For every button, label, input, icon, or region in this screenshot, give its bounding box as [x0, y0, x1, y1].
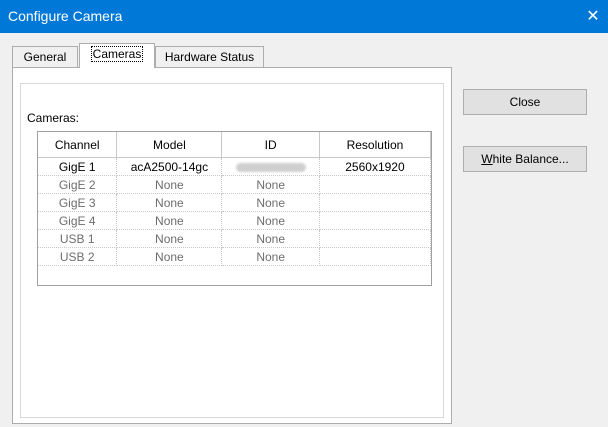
title-bar: Configure Camera ✕ [0, 0, 608, 33]
cameras-grid[interactable]: Channel Model ID Resolution GigE 1 acA250… [37, 131, 432, 286]
cell-id: None [221, 247, 320, 266]
tab-hardware-status[interactable]: Hardware Status [155, 46, 264, 68]
cell-resolution [319, 229, 432, 248]
column-header-model[interactable]: Model [116, 132, 223, 158]
cell-channel: GigE 1 [38, 157, 118, 176]
cell-channel: GigE 2 [38, 175, 118, 194]
tab-cameras-label: Cameras [90, 46, 144, 62]
white-balance-accel: W [481, 152, 493, 166]
cameras-label: Cameras: [27, 111, 80, 125]
table-row[interactable]: USB 2 None None [38, 247, 432, 266]
redacted-id [235, 162, 306, 172]
column-header-channel[interactable]: Channel [38, 132, 118, 158]
table-row[interactable]: GigE 4 None None [38, 211, 432, 230]
cell-id: None [221, 211, 320, 230]
window-title: Configure Camera [8, 8, 123, 24]
cell-resolution [319, 175, 432, 194]
column-header-resolution[interactable]: Resolution [319, 132, 432, 158]
table-row[interactable]: USB 1 None None [38, 229, 432, 248]
cell-resolution [319, 211, 432, 230]
cell-id [221, 157, 320, 176]
cell-model: acA2500-14gc [116, 157, 223, 176]
cell-model: None [116, 247, 223, 266]
white-balance-button-label: hite Balance... [492, 152, 569, 166]
tab-cameras[interactable]: Cameras [79, 43, 155, 68]
close-icon[interactable]: ✕ [578, 0, 608, 33]
table-row[interactable]: GigE 3 None None [38, 193, 432, 212]
cell-resolution: 2560x1920 [319, 157, 432, 176]
cell-model: None [116, 175, 223, 194]
tab-hardware-status-label: Hardware Status [164, 50, 255, 64]
cell-channel: GigE 3 [38, 193, 118, 212]
cell-id: None [221, 175, 320, 194]
tab-general[interactable]: General [12, 46, 78, 68]
cell-model: None [116, 193, 223, 212]
cell-channel: USB 2 [38, 247, 118, 266]
table-row[interactable]: GigE 1 acA2500-14gc 2560x1920 [38, 157, 432, 176]
close-button[interactable]: Close [463, 89, 587, 115]
table-row[interactable]: GigE 2 None None [38, 175, 432, 194]
cell-channel: GigE 4 [38, 211, 118, 230]
cell-id: None [221, 193, 320, 212]
cell-model: None [116, 211, 223, 230]
cell-resolution [319, 247, 432, 266]
cell-resolution [319, 193, 432, 212]
tab-general-label: General [23, 50, 67, 64]
close-button-label: Close [509, 95, 541, 109]
cameras-table: Channel Model ID Resolution GigE 1 acA250… [38, 132, 432, 266]
white-balance-button[interactable]: White Balance... [463, 146, 587, 172]
cameras-table-body: GigE 1 acA2500-14gc 2560x1920 GigE 2 None Non… [38, 157, 432, 266]
cell-channel: USB 1 [38, 229, 118, 248]
column-header-id[interactable]: ID [221, 132, 320, 158]
cell-model: None [116, 229, 223, 248]
cell-id: None [221, 229, 320, 248]
header-row: Channel Model ID Resolution [38, 132, 432, 158]
